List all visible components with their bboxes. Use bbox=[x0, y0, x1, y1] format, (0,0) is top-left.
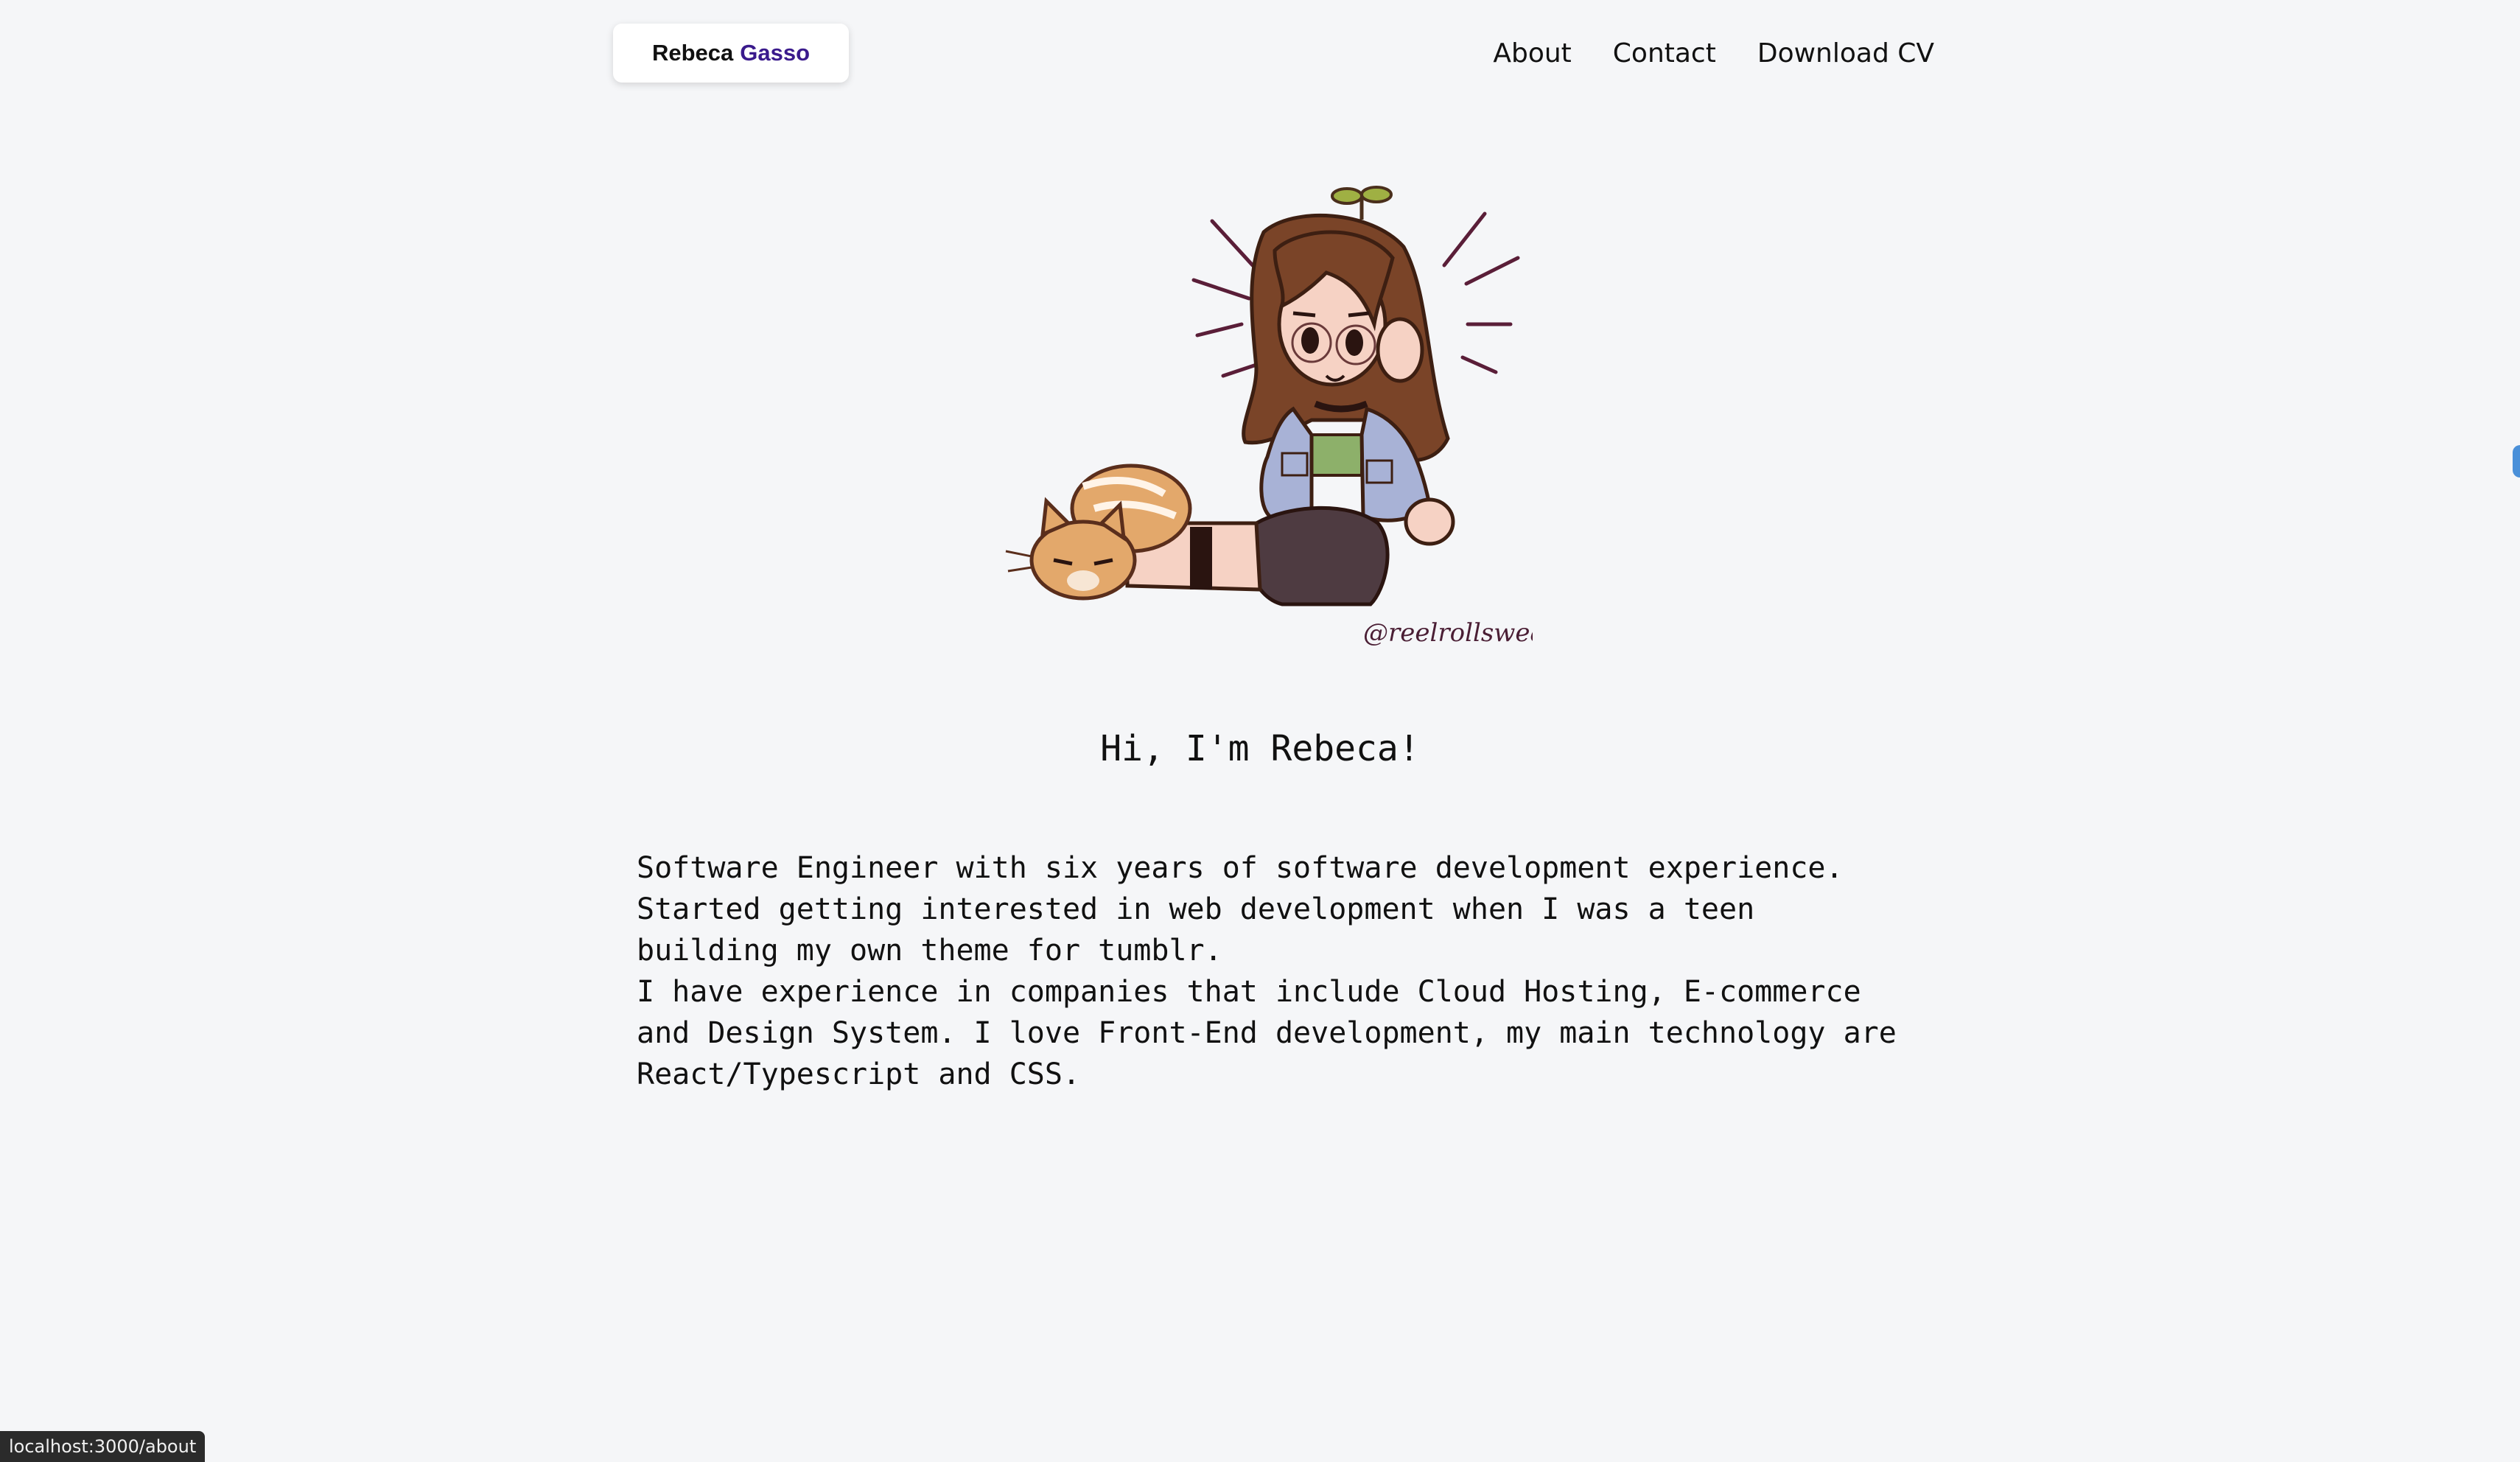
nav-about-link[interactable]: About bbox=[1493, 38, 1571, 69]
artist-signature: @reelrollsweat bbox=[1363, 618, 1533, 648]
nav-contact-link[interactable]: Contact bbox=[1613, 38, 1716, 69]
nav-download-cv-link[interactable]: Download CV bbox=[1757, 38, 1934, 69]
bio-line: building my own theme for tumblr. bbox=[637, 934, 1222, 968]
main-nav: About Contact Download CV bbox=[1493, 32, 1934, 74]
avatar-illustration: @reelrollsweat bbox=[1005, 186, 1533, 648]
bio-line: I have experience in companies that incl… bbox=[637, 975, 1861, 1009]
edge-indicator bbox=[2513, 445, 2520, 478]
bio-line: Started getting interested in web develo… bbox=[637, 892, 1755, 926]
sprout-icon bbox=[1331, 186, 1393, 220]
bio-text: Software Engineer with six years of soft… bbox=[637, 847, 1933, 1095]
link-status-bar: localhost:3000/about bbox=[0, 1431, 206, 1462]
bio-line: React/Typescript and CSS. bbox=[637, 1057, 1081, 1091]
skirt bbox=[1246, 506, 1390, 606]
logo-button[interactable]: Rebeca Gasso bbox=[613, 24, 849, 83]
logo-last-name: Gasso bbox=[740, 40, 811, 66]
hero-title: Hi, I'm Rebeca! bbox=[1100, 728, 1420, 769]
logo-first-name: Rebeca bbox=[651, 40, 734, 66]
bio-line: and Design System. I love Front-End deve… bbox=[637, 1016, 1897, 1050]
bio-line: Software Engineer with six years of soft… bbox=[637, 851, 1844, 885]
